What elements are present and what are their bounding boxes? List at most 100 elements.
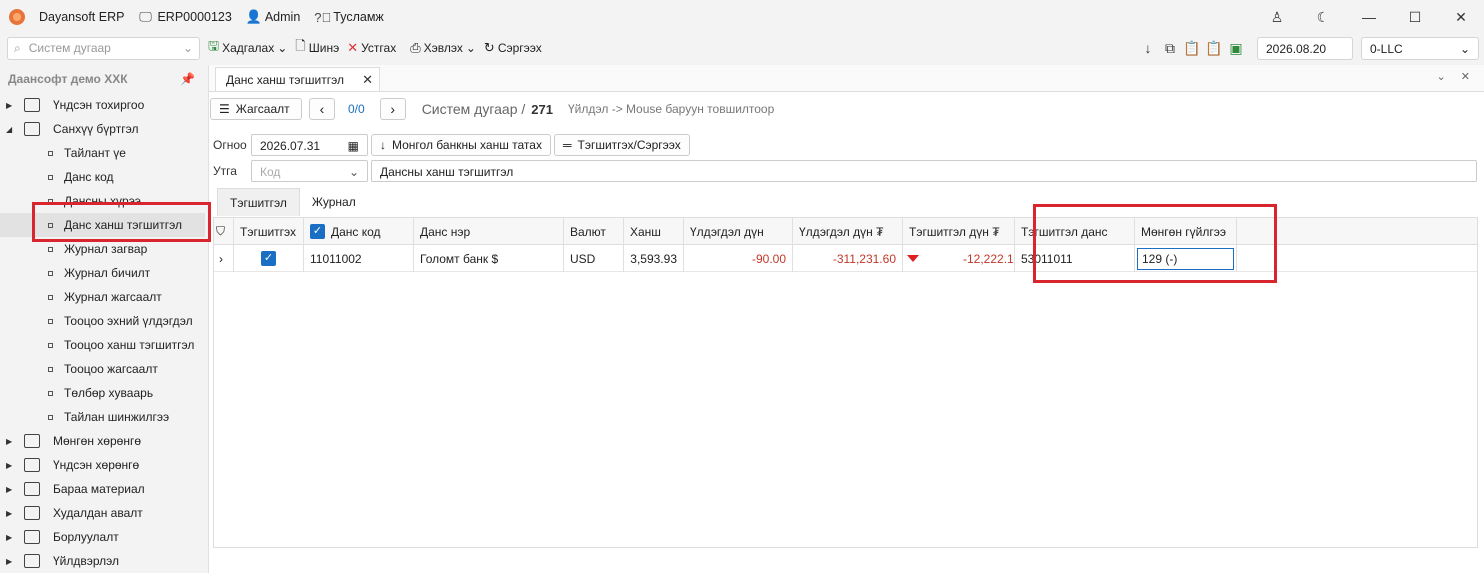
user-menu[interactable]: 👤 Admin <box>246 9 300 25</box>
sidebar-item[interactable]: ▶ Мөнгөн хөрөнгө <box>0 429 205 453</box>
dark-mode-icon[interactable]: ☾ <box>1300 9 1346 26</box>
close-window-button[interactable]: ✕ <box>1438 9 1484 26</box>
bullet-icon <box>48 222 53 228</box>
cell-account-code[interactable]: 11011002 <box>304 245 414 272</box>
sidebar-item[interactable]: ▶ Бараа материал <box>0 477 205 501</box>
col-header-revalue[interactable]: Тэгшитгэх <box>234 218 304 245</box>
help-menu[interactable]: ?⃝ Тусламж <box>314 10 384 25</box>
new-button[interactable]: 🗋 Шинэ <box>295 37 339 59</box>
refresh-button[interactable]: ↻ Сэргээх <box>484 40 542 56</box>
sidebar-item[interactable]: ▶ Үндсэн хөрөнгө <box>0 453 205 477</box>
sidebar-item[interactable]: ▶ Худалдан авалт <box>0 501 205 525</box>
money-icon[interactable]: ▣ <box>1225 40 1247 57</box>
work-date-field[interactable]: 2026.08.20 <box>1257 36 1353 60</box>
filter-icon[interactable]: ⛉ <box>214 218 234 245</box>
close-icon[interactable]: ✕ <box>362 72 373 88</box>
system-number-search[interactable]: ⌕ Систем дугаар ⌄ <box>7 36 200 60</box>
grid-header: ⛉ Тэгшитгэх ✓ Данс код Данс нэр Валют Ха… <box>214 218 1477 245</box>
sidebar-item-label: Үндсэн хөрөнгө <box>53 458 140 472</box>
delete-button[interactable]: ✕ Устгах <box>347 40 396 56</box>
minimize-button[interactable]: — <box>1346 9 1392 25</box>
list-button[interactable]: ☰ Жагсаалт <box>210 98 302 120</box>
bullet-icon <box>48 198 53 204</box>
paste-icon[interactable]: 📋 <box>1181 40 1203 57</box>
next-button[interactable]: › <box>379 98 406 120</box>
sidebar-item[interactable]: Данс ханш тэгшитгэл <box>0 213 205 237</box>
search-icon: ⌕ <box>14 40 21 55</box>
cell-currency[interactable]: USD <box>564 245 624 272</box>
equals-icon: ═ <box>562 138 572 152</box>
col-header-cash-flow[interactable]: Мөнгөн гүйлгээ <box>1135 218 1237 245</box>
chevron-down-icon[interactable]: ⌄ ✕ <box>1437 70 1477 83</box>
cell-balance-mnt[interactable]: -311,231.60 <box>793 245 903 272</box>
save-button[interactable]: 🖫 Хадгалах ⌄ <box>208 37 287 59</box>
erp-id-item[interactable]: 🖵 ERP0000123 <box>138 9 232 25</box>
code-select[interactable]: Код ⌄ <box>251 160 368 182</box>
revalue-checkbox-cell[interactable]: ✓ <box>234 245 304 272</box>
expanded-arrow-icon[interactable]: ◢ <box>6 125 16 134</box>
cell-balance[interactable]: -90.00 <box>684 245 793 272</box>
col-header-account-code[interactable]: ✓ Данс код <box>304 218 414 245</box>
col-header-adjust-mnt[interactable]: Тэгшитгэл дүн ₮ <box>903 218 1015 245</box>
sidebar-item[interactable]: Төлбөр хуваарь <box>0 381 205 405</box>
collapsed-arrow-icon[interactable]: ▶ <box>6 101 16 110</box>
company-select[interactable]: 0-LLC ⌄ <box>1361 36 1479 60</box>
collapsed-arrow-icon[interactable]: ▶ <box>6 533 16 542</box>
revalue-button[interactable]: ═ Тэгшитгэх/Сэргээх <box>553 134 690 156</box>
module-icon <box>24 530 40 544</box>
sidebar-item[interactable]: Журнал жагсаалт <box>0 285 205 309</box>
list-label: Жагсаалт <box>235 102 290 116</box>
table-row[interactable]: › ✓ 11011002 Голомт банк $ USD 3,593.93 … <box>214 245 1477 272</box>
sidebar-item[interactable]: Данс код <box>0 165 205 189</box>
copy-icon[interactable]: ⧉ <box>1159 40 1181 57</box>
col-header-adjust-account[interactable]: Тэгшитгэл данс <box>1015 218 1135 245</box>
col-header-account-name[interactable]: Данс нэр <box>414 218 564 245</box>
sidebar-item-label: Дансны хүрээ <box>64 194 141 208</box>
select-all-checkbox[interactable]: ✓ <box>310 224 325 239</box>
cash-flow-editor[interactable]: 129 (-) <box>1137 247 1234 270</box>
collapsed-arrow-icon[interactable]: ▶ <box>6 485 16 494</box>
sidebar-item[interactable]: Тооцоо жагсаалт <box>0 357 205 381</box>
date-field[interactable]: 2026.07.31 ▦ <box>251 134 368 156</box>
col-header-balance[interactable]: Үлдэгдэл дүн <box>684 218 793 245</box>
sidebar-item[interactable]: ▶ Борлуулалт <box>0 525 205 549</box>
sidebar-item[interactable]: Тооцоо ханш тэгшитгэл <box>0 333 205 357</box>
clipboard-icon[interactable]: 📋 <box>1203 40 1225 57</box>
sidebar-item[interactable]: Тооцоо эхний үлдэгдэл <box>0 309 205 333</box>
sidebar-item[interactable]: Тайлан шинжилгээ <box>0 405 205 429</box>
cell-cash-flow[interactable]: 129 (-) <box>1135 245 1237 272</box>
fetch-rate-button[interactable]: ↓ Монгол банкны ханш татах <box>371 134 551 156</box>
sidebar-item[interactable]: ▶ Үйлдвэрлэл <box>0 549 205 573</box>
prev-button[interactable]: ‹ <box>309 98 335 120</box>
sidebar-item[interactable]: Журнал бичилт <box>0 261 205 285</box>
download-icon[interactable]: ↓ <box>1137 40 1159 56</box>
maximize-button[interactable]: ☐ <box>1392 9 1438 26</box>
collapsed-arrow-icon[interactable]: ▶ <box>6 509 16 518</box>
tab-account-revaluation[interactable]: Данс ханш тэгшитгэл ✕ <box>215 67 380 91</box>
cell-adjust-mnt[interactable]: -12,222.10 <box>903 245 1015 272</box>
sidebar-item[interactable]: Журнал загвар <box>0 237 205 261</box>
collapsed-arrow-icon[interactable]: ▶ <box>6 557 16 566</box>
sidebar-item[interactable]: Дансны хүрээ <box>0 189 205 213</box>
cell-adjust-account[interactable]: 53011011 <box>1015 245 1135 272</box>
sidebar-item[interactable]: ▶ Үндсэн тохиргоо <box>0 93 205 117</box>
tab-revaluation[interactable]: Тэгшитгэл <box>217 188 300 216</box>
cell-rate[interactable]: 3,593.93 <box>624 245 684 272</box>
row-expand-icon[interactable]: › <box>214 245 234 272</box>
save-icon: 🖫 <box>208 38 220 53</box>
accessibility-icon[interactable]: ♙ <box>1254 9 1300 26</box>
cell-account-name[interactable]: Голомт банк $ <box>414 245 564 272</box>
chevron-down-icon: ⌄ <box>1459 41 1470 56</box>
sidebar-item[interactable]: ◢ Санхүү бүртгэл <box>0 117 205 141</box>
col-header-rate[interactable]: Ханш <box>624 218 684 245</box>
print-button[interactable]: ⎙ Хэвлэх ⌄ <box>410 40 476 56</box>
sidebar-item[interactable]: Тайлант үе <box>0 141 205 165</box>
col-header-balance-mnt[interactable]: Үлдэгдэл дүн ₮ <box>793 218 903 245</box>
row-checkbox[interactable]: ✓ <box>261 251 276 266</box>
collapsed-arrow-icon[interactable]: ▶ <box>6 461 16 470</box>
tab-journal[interactable]: Журнал <box>300 188 368 216</box>
pin-icon[interactable]: 📌 <box>180 72 195 86</box>
col-header-currency[interactable]: Валют <box>564 218 624 245</box>
collapsed-arrow-icon[interactable]: ▶ <box>6 437 16 446</box>
description-input[interactable]: Дансны ханш тэгшитгэл <box>371 160 1477 182</box>
